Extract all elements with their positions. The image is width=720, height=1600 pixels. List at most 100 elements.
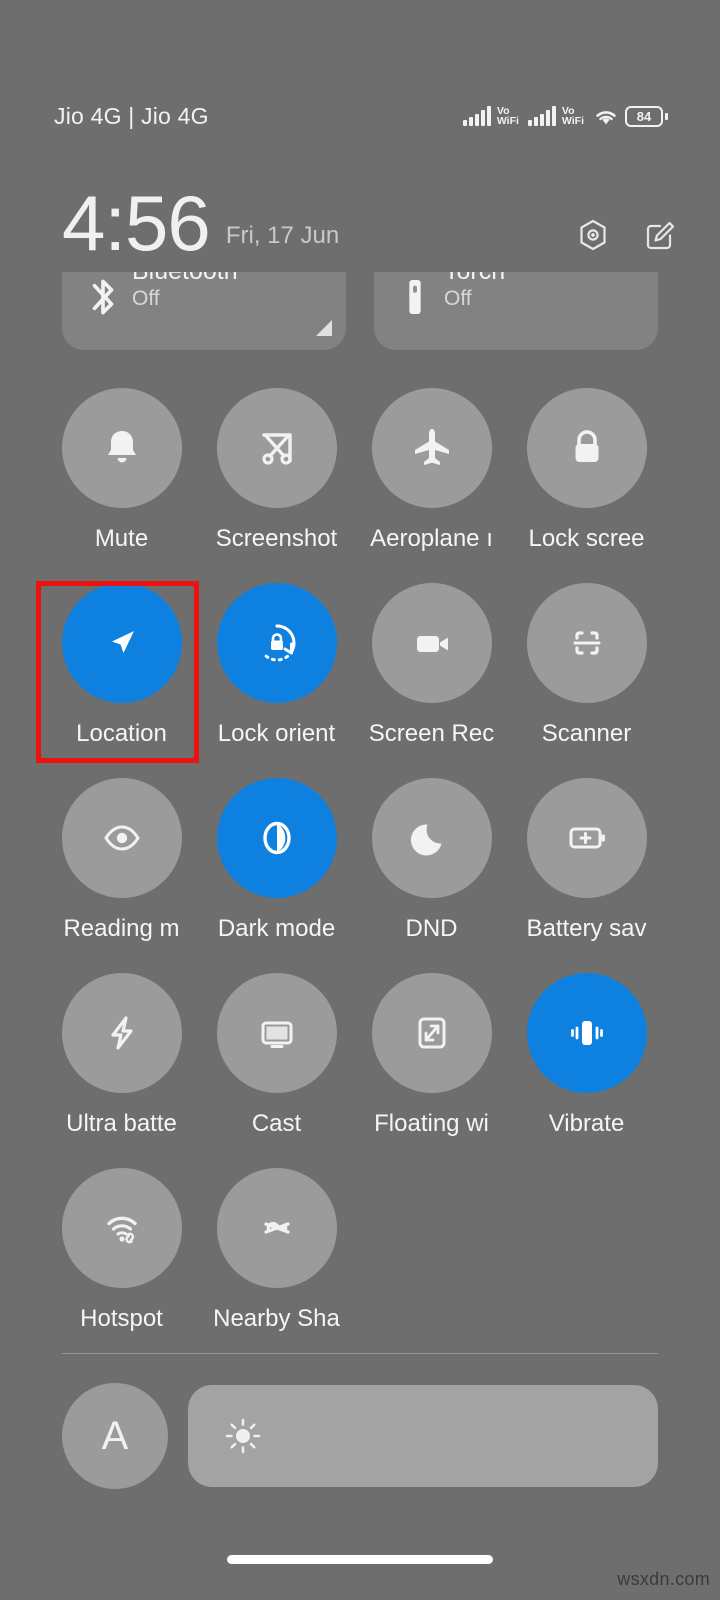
- settings-gear-icon[interactable]: [576, 218, 610, 252]
- volte2-line-2: WiFi: [561, 115, 584, 127]
- volte-line-2: WiFi: [496, 115, 519, 127]
- toggle-reading-mode[interactable]: Reading m: [44, 778, 199, 973]
- sun-brightness-icon: [225, 1418, 261, 1454]
- toggle-screenshot-label: Screenshot: [215, 525, 338, 552]
- home-gesture-bar[interactable]: [227, 1555, 493, 1564]
- video-camera-icon: [416, 636, 448, 652]
- toggle-row-3: Reading m Dark mode DND Battery sav: [44, 778, 676, 973]
- volte-icon-2: Vo WiFi: [561, 105, 584, 127]
- screenshot-icon: [261, 433, 292, 465]
- watermark: wsxdn.com: [617, 1569, 710, 1589]
- toggle-hotspot-bubble[interactable]: [61, 1168, 182, 1288]
- toggle-lock-screen-label: Lock scree: [528, 525, 645, 552]
- toggle-row-1: Mute Screenshot Aeroplane ı Lock scree: [44, 388, 676, 583]
- toggle-aeroplane-mode[interactable]: Aeroplane ı: [354, 388, 509, 583]
- toggle-dark-mode[interactable]: Dark mode: [199, 778, 354, 973]
- moon-icon: [410, 824, 441, 856]
- brightness-slider[interactable]: [188, 1385, 658, 1487]
- lock-rotation-icon: [261, 624, 296, 662]
- toggle-nearby-share-bubble[interactable]: [216, 1168, 337, 1288]
- toggle-location-bubble[interactable]: [61, 583, 182, 703]
- system-icons: Vo WiFi Vo WiFi 84: [462, 105, 668, 127]
- hotspot-icon: [106, 1216, 137, 1244]
- signal-bars-icon: [462, 106, 491, 126]
- clock-header: 4:56 Fri, 17 Jun: [0, 178, 720, 262]
- toggle-location-label: Location: [76, 720, 167, 747]
- toggle-dark-mode-bubble[interactable]: [216, 778, 337, 898]
- carrier-label: Jio 4G | Jio 4G: [54, 102, 209, 129]
- toggle-reading-mode-label: Reading m: [63, 915, 180, 942]
- toggle-lock-orientation-bubble[interactable]: [216, 583, 337, 703]
- toggle-lock-screen-bubble[interactable]: [526, 388, 647, 508]
- battery-nub: [665, 112, 668, 120]
- edit-pencil-icon[interactable]: [642, 218, 676, 252]
- bluetooth-icon: [92, 279, 114, 315]
- toggle-dnd-bubble[interactable]: [371, 778, 492, 898]
- toggle-dnd[interactable]: DND: [354, 778, 509, 973]
- quick-settings-panel: Jio 4G | Jio 4G Vo WiFi Vo WiFi 84 4:56 …: [0, 0, 720, 1600]
- toggle-ultra-battery-saver-label: Ultra batte: [66, 1110, 177, 1137]
- section-divider: [62, 1353, 658, 1354]
- toggle-screen-recorder-bubble[interactable]: [371, 583, 492, 703]
- toggle-screen-recorder[interactable]: Screen Rec: [354, 583, 509, 778]
- top-tiles: Bluetooth Off Torch Off: [0, 272, 720, 350]
- eye-icon: [103, 825, 140, 851]
- toggle-floating-window-label: Floating wi: [374, 1110, 489, 1137]
- auto-brightness-button[interactable]: A: [62, 1383, 168, 1489]
- nearby-share-icon: [263, 1221, 290, 1234]
- tile-torch-status: Off: [444, 287, 472, 310]
- toggle-dnd-label: DND: [405, 915, 458, 942]
- toggle-vibrate[interactable]: Vibrate: [509, 973, 664, 1168]
- toggle-reading-mode-bubble[interactable]: [61, 778, 182, 898]
- tile-torch[interactable]: Torch Off: [374, 272, 658, 350]
- scan-frame-icon: [573, 631, 600, 655]
- status-bar: Jio 4G | Jio 4G Vo WiFi Vo WiFi 84: [0, 96, 720, 136]
- toggle-scanner-bubble[interactable]: [526, 583, 647, 703]
- toggle-ultra-battery-saver[interactable]: Ultra batte: [44, 973, 199, 1168]
- toggle-nearby-share[interactable]: Nearby Sha: [199, 1168, 354, 1363]
- tile-bluetooth[interactable]: Bluetooth Off: [62, 272, 346, 350]
- quick-toggle-grid: Mute Screenshot Aeroplane ı Lock scree L…: [0, 388, 720, 1363]
- wifi-icon: [596, 111, 616, 125]
- toggle-aeroplane-mode-bubble[interactable]: [371, 388, 492, 508]
- toggle-vibrate-bubble[interactable]: [526, 973, 647, 1093]
- toggle-ultra-battery-saver-bubble[interactable]: [61, 973, 182, 1093]
- monitor-icon: [261, 1021, 292, 1048]
- toggle-lock-orientation[interactable]: Lock orient: [199, 583, 354, 778]
- toggle-cast-label: Cast: [251, 1110, 302, 1137]
- aeroplane-icon: [414, 429, 449, 465]
- toggle-floating-window-bubble[interactable]: [371, 973, 492, 1093]
- toggle-battery-saver-bubble[interactable]: [526, 778, 647, 898]
- header-actions: [576, 218, 676, 252]
- toggle-mute[interactable]: Mute: [44, 388, 199, 583]
- lightning-bolt-icon: [110, 1016, 133, 1050]
- toggle-mute-bubble[interactable]: [61, 388, 182, 508]
- toggle-screenshot[interactable]: Screenshot: [199, 388, 354, 583]
- tile-bluetooth-status: Off: [132, 287, 160, 310]
- toggle-scanner-label: Scanner: [541, 720, 632, 747]
- toggle-hotspot-label: Hotspot: [80, 1305, 163, 1332]
- toggle-cast-bubble[interactable]: [216, 973, 337, 1093]
- brightness-section: A: [62, 1383, 658, 1489]
- battery-percent-label: 84: [636, 108, 652, 124]
- floating-window-icon: [418, 1017, 445, 1049]
- toggle-battery-saver[interactable]: Battery sav: [509, 778, 664, 973]
- bell-icon: [107, 431, 136, 463]
- torch-icon: [409, 280, 421, 314]
- expand-corner-icon[interactable]: [316, 320, 332, 336]
- toggle-screenshot-bubble[interactable]: [216, 388, 337, 508]
- toggle-lock-screen[interactable]: Lock scree: [509, 388, 664, 583]
- toggle-cast[interactable]: Cast: [199, 973, 354, 1168]
- toggle-battery-saver-label: Battery sav: [526, 915, 647, 942]
- battery-icon: 84: [625, 105, 668, 127]
- toggle-empty-slot-2: [509, 1168, 664, 1363]
- tile-torch-title: Torch: [444, 272, 505, 286]
- toggle-location[interactable]: Location: [44, 583, 199, 778]
- signal-bars-icon-2: [527, 106, 556, 126]
- toggle-floating-window[interactable]: Floating wi: [354, 973, 509, 1168]
- toggle-lock-orientation-label: Lock orient: [217, 720, 336, 747]
- toggle-hotspot[interactable]: Hotspot: [44, 1168, 199, 1363]
- tile-bluetooth-title: Bluetooth: [132, 272, 238, 286]
- toggle-scanner[interactable]: Scanner: [509, 583, 664, 778]
- vibrate-icon: [570, 1021, 603, 1045]
